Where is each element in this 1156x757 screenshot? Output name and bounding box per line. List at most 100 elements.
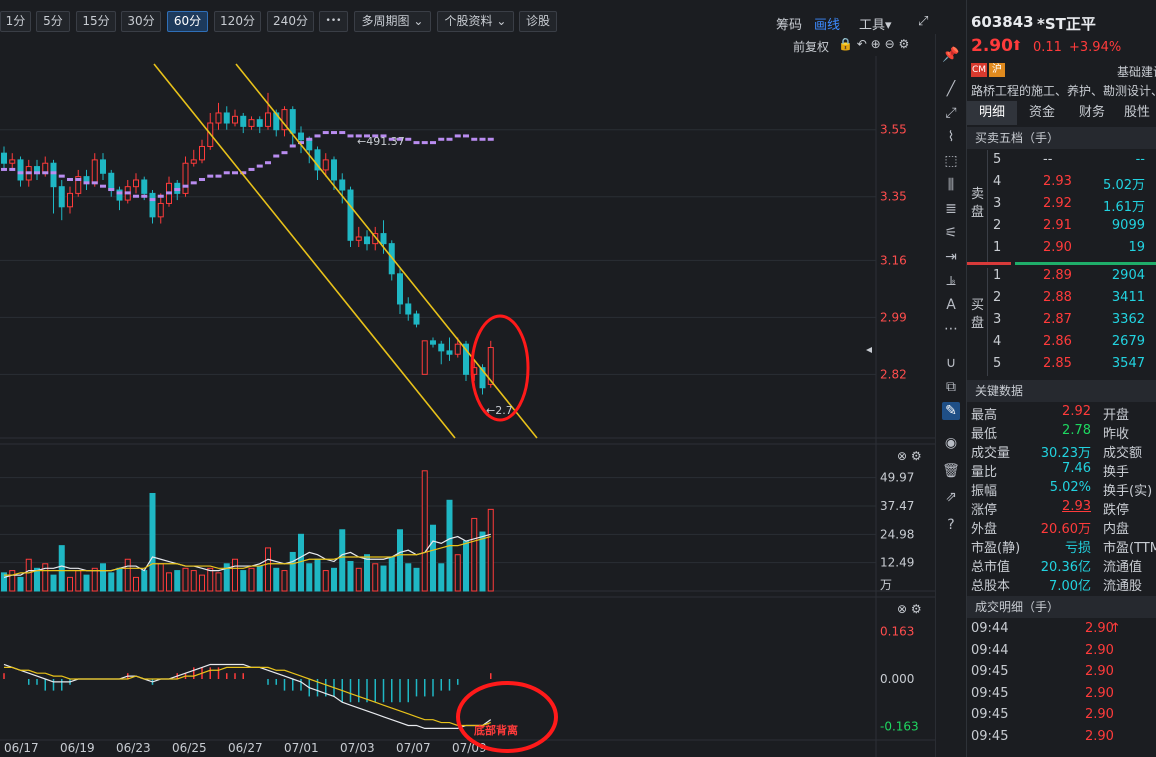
- diagnose-button[interactable]: 诊股: [519, 11, 557, 32]
- period-1min[interactable]: 1分: [0, 11, 31, 32]
- ray-icon[interactable]: ⤢: [942, 104, 960, 122]
- pen-icon[interactable]: ✎: [942, 402, 960, 420]
- key-data-label: 量比: [971, 465, 998, 480]
- volume-bar: [463, 540, 469, 592]
- rectangle-icon[interactable]: ⬚: [942, 152, 960, 170]
- key-data-title: 关键数据: [967, 380, 1156, 402]
- ma-point: [34, 171, 40, 175]
- price-tick-label: 2.82: [880, 367, 907, 381]
- ask-price: 2.93: [1043, 174, 1072, 189]
- volume-bar: [240, 570, 247, 592]
- period-15min[interactable]: 15分: [76, 11, 116, 32]
- volume-bar: [199, 574, 205, 592]
- undo-icon[interactable]: ↶: [857, 37, 867, 51]
- tab-nature[interactable]: 股性: [1117, 101, 1156, 125]
- period-5min[interactable]: 5分: [36, 11, 70, 32]
- delete-icon[interactable]: 🗑: [942, 462, 960, 480]
- trade-row: 09:45 2.90: [967, 707, 1156, 729]
- chip-button[interactable]: 筹码: [776, 14, 802, 33]
- draw-button[interactable]: 画线: [814, 14, 840, 33]
- measure-icon[interactable]: ⇥: [942, 248, 960, 266]
- candle: [298, 132, 304, 141]
- industry-label[interactable]: 基础建设: [1117, 63, 1156, 80]
- bid-level: 3: [993, 312, 1002, 327]
- trade-row: 09:45 2.90: [967, 729, 1156, 751]
- ask-price: 2.91: [1043, 218, 1072, 233]
- ma-point: [124, 191, 131, 195]
- volume-bar: [487, 508, 494, 592]
- magnet-icon[interactable]: ∪: [942, 354, 960, 372]
- key-data-label: 换手: [1103, 465, 1130, 480]
- settings-icon[interactable]: ⚙: [898, 37, 909, 51]
- volume-bar: [388, 556, 395, 592]
- ma-point: [339, 131, 346, 135]
- period-60min[interactable]: 60分: [167, 11, 208, 32]
- trade-price: 2.90: [1085, 685, 1114, 701]
- volume-bar: [190, 570, 197, 592]
- ma-point: [471, 137, 478, 141]
- period-30min[interactable]: 30分: [121, 11, 161, 32]
- zoom-out-icon[interactable]: ⊖: [885, 37, 895, 51]
- text-icon[interactable]: A: [942, 296, 960, 314]
- volume-bar: [479, 531, 486, 592]
- ask-volume: 1.61万: [1103, 200, 1145, 215]
- gann-icon[interactable]: ⫡: [942, 272, 960, 290]
- ma-point: [232, 171, 238, 175]
- help-icon[interactable]: ?: [942, 516, 960, 534]
- pin-icon[interactable]: 📌: [942, 46, 960, 64]
- volume-bar: [58, 545, 65, 592]
- multi-period-dropdown[interactable]: 多周期图 ⌄: [354, 11, 431, 32]
- volume-bar: [355, 567, 362, 592]
- more-icon[interactable]: ⋯: [942, 320, 960, 338]
- price-tick-label: 3.16: [880, 253, 907, 267]
- settings-icon[interactable]: ⚙: [911, 602, 922, 616]
- close-icon[interactable]: ⊗: [897, 602, 907, 616]
- line-icon[interactable]: ╱: [942, 80, 960, 98]
- volume-tick-label: 24.98: [880, 527, 914, 541]
- key-data-label: 跌停: [1103, 503, 1130, 518]
- volume-bar: [397, 529, 403, 592]
- candle: [58, 186, 65, 208]
- tab-funds[interactable]: 资金: [1017, 101, 1067, 125]
- period-120min[interactable]: 120分: [214, 11, 261, 32]
- ma-point: [182, 184, 189, 188]
- ask-price: 2.92: [1043, 196, 1072, 211]
- ma-point: [108, 188, 115, 192]
- key-data-row: 总市值 20.36亿 流通值: [967, 556, 1156, 575]
- more-periods-button[interactable]: •••: [319, 11, 348, 32]
- zoom-in-icon[interactable]: ⊕: [871, 37, 881, 51]
- share-icon[interactable]: ⇗: [942, 488, 960, 506]
- fib-icon[interactable]: ≣: [942, 200, 960, 218]
- key-data-label: 市盈(TTM): [1103, 541, 1156, 556]
- ask-row: 1 2.90 19: [967, 240, 1156, 262]
- channel-icon[interactable]: ⫼: [942, 176, 960, 194]
- close-icon[interactable]: ⊗: [897, 449, 907, 463]
- tab-detail[interactable]: 明细: [967, 101, 1017, 125]
- period-240min[interactable]: 240分: [267, 11, 314, 32]
- lock-icon[interactable]: 🔒: [838, 37, 853, 51]
- copy-icon[interactable]: ⧉: [942, 378, 960, 396]
- stock-info-dropdown[interactable]: 个股资料 ⌄: [437, 11, 514, 32]
- wave-icon[interactable]: ⌇: [942, 128, 960, 146]
- chevron-down-icon: ⌄: [496, 14, 507, 28]
- stock-info-label: 个股资料: [444, 14, 493, 28]
- candle: [347, 189, 354, 241]
- fullscreen-icon[interactable]: ⤢: [918, 14, 928, 29]
- settings-icon[interactable]: ⚙: [911, 449, 922, 463]
- volume-bar: [372, 563, 379, 592]
- bid-level: 2: [993, 290, 1002, 305]
- tab-finance[interactable]: 财务: [1067, 101, 1117, 125]
- key-data-label: 总股本: [971, 579, 1011, 594]
- tools-label: 工具: [859, 18, 886, 33]
- eye-icon[interactable]: ◉: [942, 434, 960, 452]
- trade-row: 09:45 2.90: [967, 664, 1156, 686]
- ma-point: [265, 161, 271, 165]
- adjust-mode[interactable]: 前复权: [793, 38, 829, 55]
- bid-price: 2.89: [1043, 268, 1072, 283]
- candle: [256, 119, 263, 127]
- tools-dropdown[interactable]: 工具▾: [859, 14, 892, 33]
- price-change-pct: +3.94%: [1069, 40, 1122, 55]
- candle: [199, 145, 205, 161]
- volume-bar: [141, 570, 148, 592]
- fan-icon[interactable]: ⚟: [942, 224, 960, 242]
